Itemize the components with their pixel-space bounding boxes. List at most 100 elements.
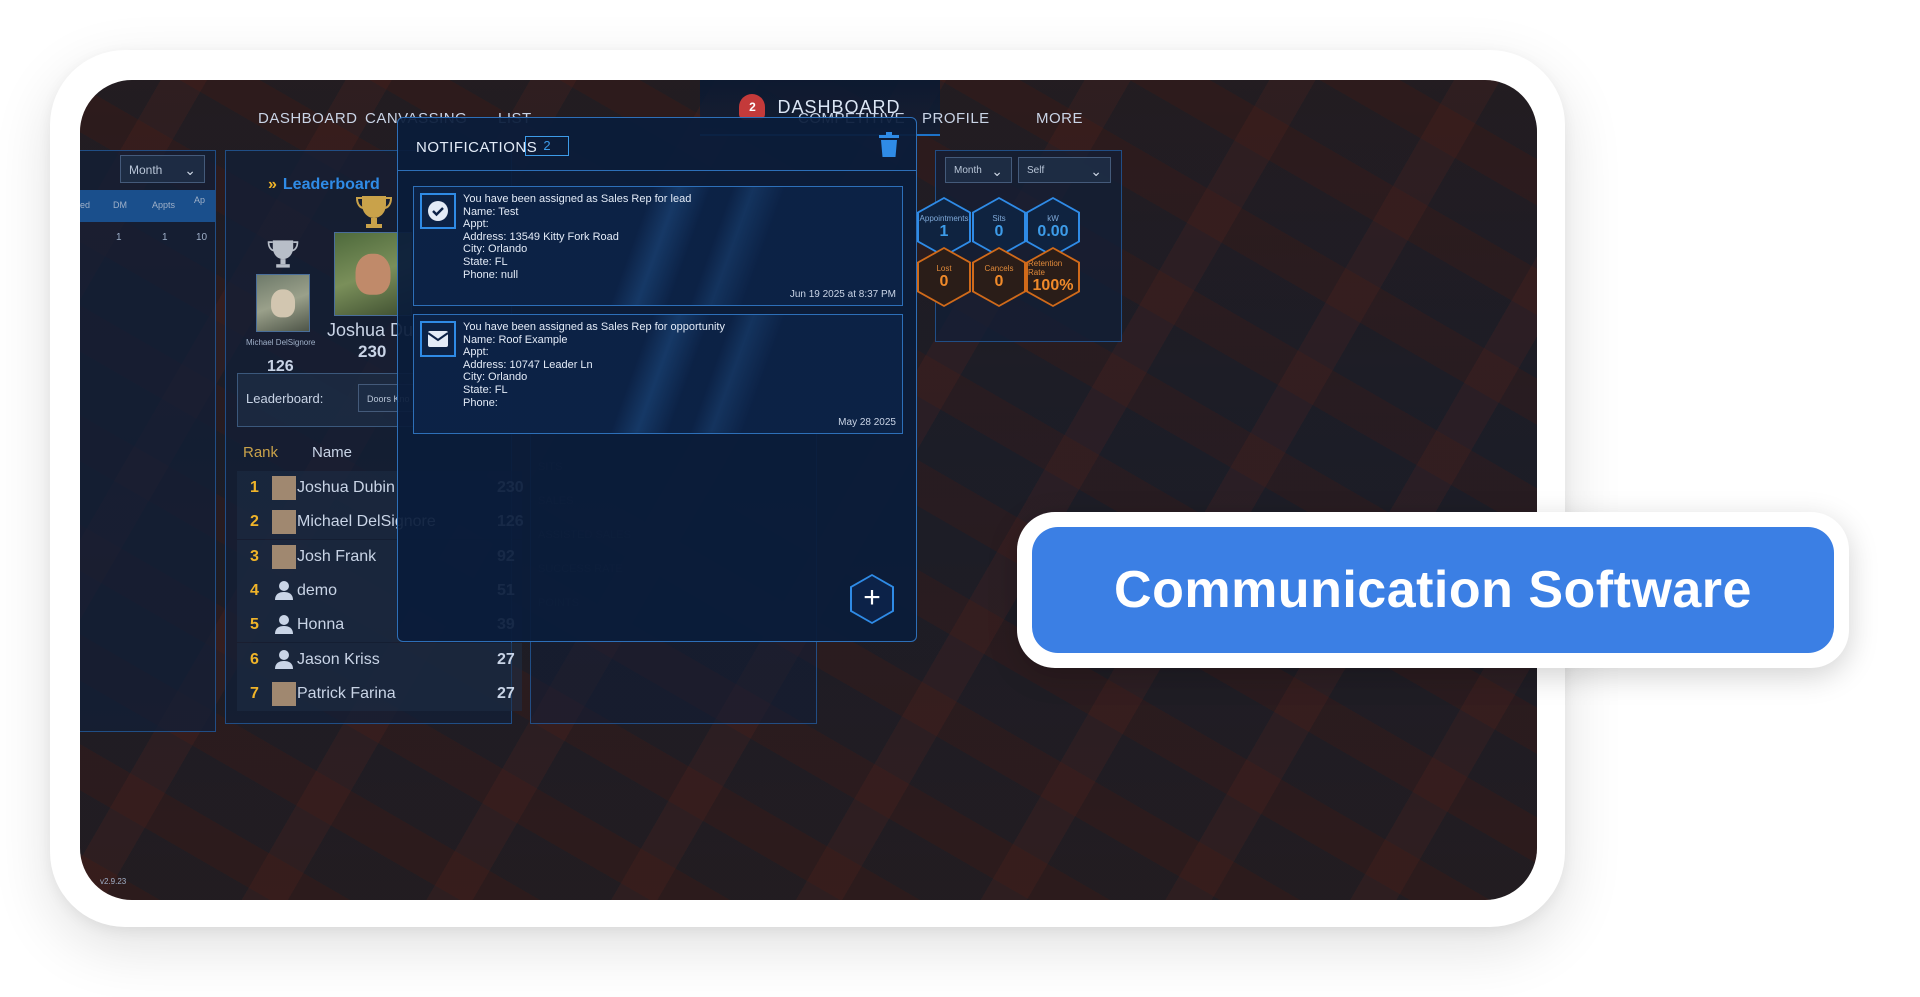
add-button[interactable]: + <box>850 574 894 624</box>
notification-card[interactable]: You have been assigned as Sales Rep for … <box>413 186 903 306</box>
nav-profile[interactable]: PROFILE <box>922 110 990 127</box>
stat-hex-inner: Appointments 1 <box>919 199 969 255</box>
stat-value: 1 <box>939 222 949 240</box>
leaderboard-filter-label: Leaderboard: <box>246 391 324 406</box>
row-rank: 5 <box>250 616 259 634</box>
stat-label: Lost <box>936 263 952 273</box>
stat-hex-inner: Retention Rate 100% <box>1028 249 1078 305</box>
notifications-title: NOTIFICATIONS <box>416 139 538 156</box>
check-circle-icon <box>420 193 456 229</box>
left-col-ap: Ap <box>194 195 206 205</box>
notification-line: Name: Roof Example <box>463 333 568 346</box>
stat-label: kW <box>1047 213 1059 223</box>
stat-hex-inner: Lost 0 <box>919 249 969 305</box>
stat-hex-inner: Sits 0 <box>974 199 1024 255</box>
notification-line: Address: 10747 Leader Ln <box>463 358 593 371</box>
row-name: Patrick Farina <box>297 684 396 702</box>
callout-label: Communication Software <box>1032 527 1834 653</box>
trash-icon[interactable] <box>878 132 900 158</box>
stat-label: Sits <box>992 213 1006 223</box>
left-col-dm: DM <box>113 200 127 210</box>
leaderboard-row[interactable]: 7 Patrick Farina 27 <box>237 676 522 711</box>
stats-period-select[interactable]: Month ⌄ <box>945 157 1012 183</box>
leaderboard-title-text: Leaderboard <box>282 176 380 193</box>
row-name: Honna <box>297 616 345 634</box>
row-rank: 7 <box>250 684 259 702</box>
stat-value: 0 <box>994 272 1004 290</box>
stat-value: 0.00 <box>1037 222 1069 240</box>
row-rank: 2 <box>250 513 259 531</box>
notification-line: State: FL <box>463 383 508 396</box>
second-place-name: Michael DelSignore <box>246 338 316 347</box>
user-photo <box>272 476 296 500</box>
left-value-appts: 1 <box>162 232 168 243</box>
stat-value: 0 <box>939 272 949 290</box>
plus-icon: + <box>852 576 892 622</box>
user-icon <box>275 580 293 600</box>
notifications-modal: NOTIFICATIONS 2 You have been assigned a… <box>397 117 917 642</box>
modal-divider <box>398 170 916 171</box>
left-col-appts: Appts <box>152 200 176 210</box>
trophy-gold-icon <box>355 196 393 228</box>
row-rank: 6 <box>250 650 259 668</box>
notification-line: State: FL <box>463 255 508 268</box>
left-table-header: ed DM Appts Ap <box>80 190 215 222</box>
notification-line: Phone: <box>463 396 498 409</box>
notification-body: You have been assigned as Sales Rep for … <box>463 321 725 409</box>
double-chevron-icon: » <box>268 176 277 193</box>
version-label: v2.9.23 <box>100 877 127 886</box>
second-place-avatar <box>256 274 310 332</box>
col-name: Name <box>312 444 353 461</box>
notifications-count-badge: 2 <box>525 136 569 156</box>
notification-card[interactable]: You have been assigned as Sales Rep for … <box>413 314 903 434</box>
face <box>271 288 295 317</box>
stat-hex-inner: kW 0.00 <box>1028 199 1078 255</box>
notification-line: City: Orlando <box>463 371 528 384</box>
stat-label: Retention Rate <box>1028 259 1063 277</box>
notification-timestamp: Jun 19 2025 at 8:37 PM <box>789 289 896 300</box>
row-rank: 1 <box>250 479 259 496</box>
left-value-ap: 10 <box>196 232 208 243</box>
stat-value: 100% <box>1032 277 1074 294</box>
stats-scope-value: Self <box>1027 165 1045 176</box>
notification-body: You have been assigned as Sales Rep for … <box>463 193 691 281</box>
mail-icon <box>420 321 456 357</box>
leaderboard-row[interactable]: 6 Jason Kriss 27 <box>237 642 522 677</box>
trophy-silver-icon <box>267 240 299 268</box>
nav-dashboard[interactable]: DASHBOARD <box>258 110 358 127</box>
left-period-value: Month <box>129 163 163 177</box>
chevron-down-icon: ⌄ <box>1090 163 1102 179</box>
row-rank: 3 <box>250 547 259 565</box>
stat-label: Cancels <box>984 263 1014 273</box>
notification-line: Phone: null <box>463 268 519 281</box>
user-icon <box>275 649 293 669</box>
row-name: Jason Kriss <box>297 650 380 668</box>
stats-scope-select[interactable]: Self ⌄ <box>1018 157 1111 183</box>
stat-hex-inner: Cancels 0 <box>974 249 1024 305</box>
row-name: Joshua Dubin <box>297 479 395 496</box>
user-photo <box>272 681 296 706</box>
notification-timestamp: May 28 2025 <box>838 417 896 428</box>
notification-line: Appt: <box>463 218 489 231</box>
chevron-down-icon: ⌄ <box>184 162 196 178</box>
notification-line: Appt: <box>463 346 489 359</box>
left-value-dm: 1 <box>116 232 122 243</box>
app-screen: DASHBOARD CANVASSING LIST 2 DASHBOARD CO… <box>80 80 1537 900</box>
chevron-down-icon: ⌄ <box>991 163 1003 179</box>
stats-period-value: Month <box>954 165 982 176</box>
nav-more[interactable]: MORE <box>1036 110 1083 127</box>
stat-label: Appointments <box>919 213 969 223</box>
col-rank: Rank <box>243 444 279 461</box>
row-name: demo <box>297 581 338 599</box>
user-photo <box>272 544 296 569</box>
row-score: 27 <box>497 650 515 668</box>
first-place-score: 230 <box>358 342 387 361</box>
user-icon <box>275 615 293 635</box>
face <box>355 253 391 295</box>
user-photo <box>272 510 296 535</box>
left-period-select[interactable]: Month ⌄ <box>120 155 205 183</box>
notification-line: Name: Test <box>463 205 519 218</box>
row-name: Josh Frank <box>297 547 377 565</box>
row-rank: 4 <box>250 581 259 599</box>
notification-line: You have been assigned as Sales Rep for … <box>463 193 692 205</box>
